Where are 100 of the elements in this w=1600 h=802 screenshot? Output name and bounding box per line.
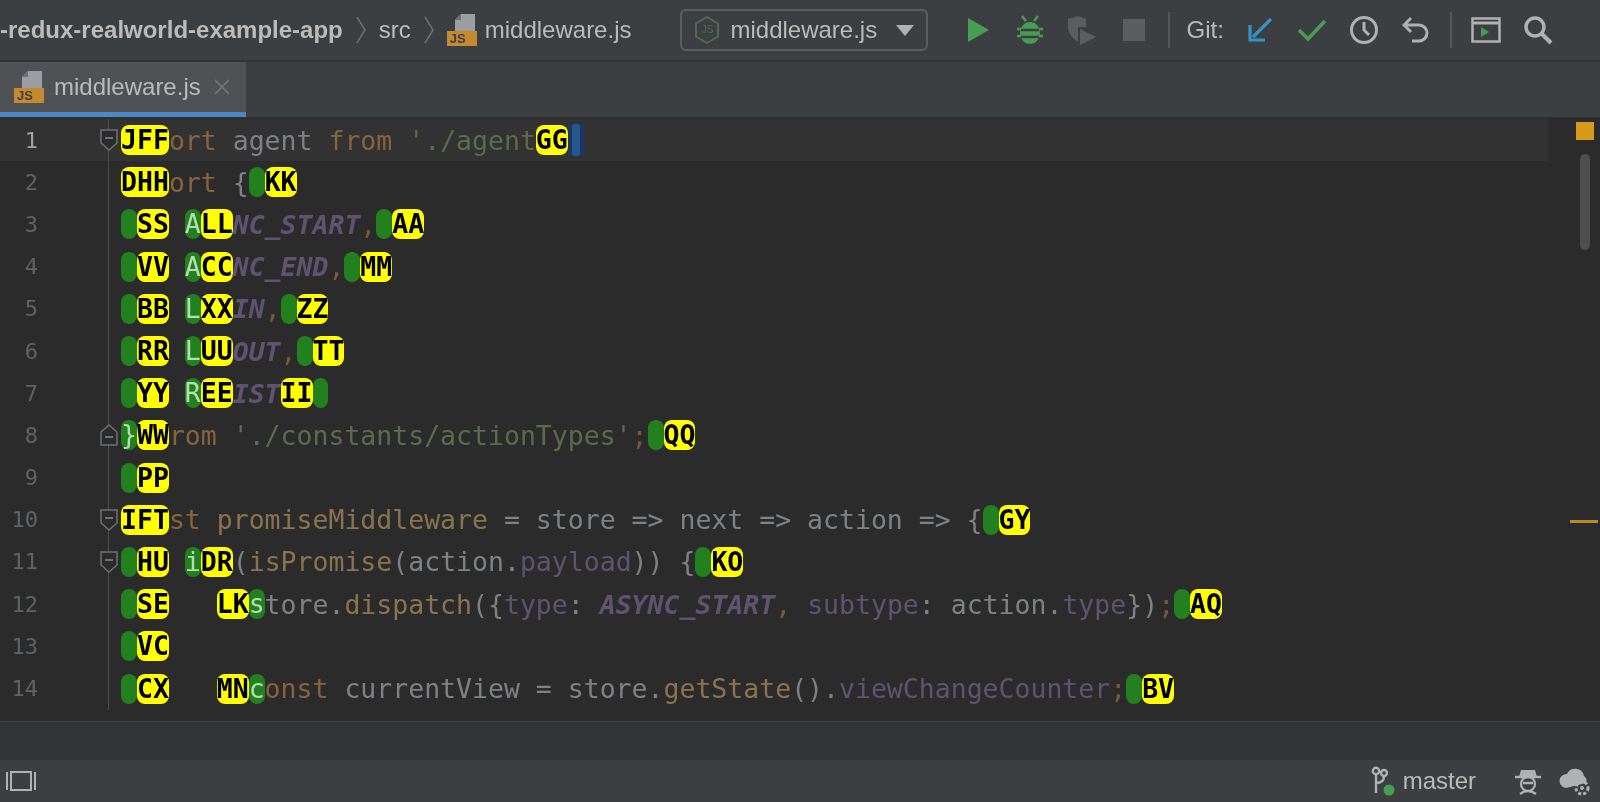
jump-marker[interactable] bbox=[121, 673, 137, 704]
line-number: 9 bbox=[23, 465, 38, 491]
code-text: isPromise bbox=[248, 546, 393, 578]
fold-icon[interactable] bbox=[100, 550, 118, 573]
jump-label[interactable]: LL bbox=[200, 209, 233, 240]
jump-marker[interactable] bbox=[121, 336, 137, 367]
jump-label[interactable]: ZZ bbox=[296, 293, 329, 324]
jump-label[interactable]: II bbox=[280, 378, 313, 409]
jump-label[interactable]: XX bbox=[200, 293, 233, 324]
jump-marker[interactable] bbox=[695, 546, 712, 577]
line-number: 1 bbox=[23, 127, 38, 153]
jump-marker[interactable] bbox=[1126, 673, 1143, 704]
jump-label[interactable]: TT bbox=[312, 336, 345, 367]
fold-icon[interactable] bbox=[100, 424, 118, 447]
jump-marker[interactable] bbox=[312, 378, 329, 409]
jump-label[interactable]: YY bbox=[136, 378, 169, 409]
jump-label[interactable]: GY bbox=[998, 504, 1031, 535]
hat-person-icon[interactable] bbox=[1514, 767, 1542, 795]
jump-marker[interactable] bbox=[121, 251, 137, 282]
cloud-gear-icon[interactable] bbox=[1558, 766, 1592, 796]
jump-label[interactable]: IFT bbox=[121, 504, 169, 535]
line-number: 14 bbox=[10, 676, 38, 702]
code-text: promiseMiddleware bbox=[215, 504, 488, 536]
jump-label[interactable]: SE bbox=[136, 589, 169, 620]
tab-label: middleware.js bbox=[54, 73, 201, 101]
jump-marker[interactable] bbox=[647, 420, 664, 451]
jump-label[interactable]: BV bbox=[1142, 673, 1175, 704]
jump-label[interactable]: GG bbox=[535, 125, 568, 156]
jump-marker[interactable] bbox=[280, 293, 297, 324]
jump-marker[interactable] bbox=[121, 631, 137, 662]
code-text: = store => next => action => { bbox=[502, 504, 983, 536]
jump-label[interactable]: WW bbox=[136, 420, 169, 451]
panel-toggle-icon[interactable] bbox=[6, 770, 36, 792]
code-text: (). bbox=[791, 673, 839, 705]
line-number: 12 bbox=[10, 591, 38, 617]
jump-marker[interactable] bbox=[121, 209, 137, 240]
jump-label[interactable]: CC bbox=[200, 251, 233, 282]
git-label: Git: bbox=[1186, 16, 1224, 44]
code-text: ort bbox=[168, 166, 217, 198]
code-text: dispatch bbox=[344, 588, 473, 620]
jump-label[interactable]: VC bbox=[136, 631, 169, 662]
git-branch-button[interactable]: master bbox=[1370, 766, 1476, 796]
fold-icon[interactable] bbox=[100, 129, 118, 151]
jump-marker[interactable] bbox=[1174, 589, 1191, 620]
code-text: type bbox=[1062, 588, 1127, 620]
code-text: from bbox=[328, 124, 393, 156]
jump-marker[interactable] bbox=[344, 251, 361, 282]
editor-tab[interactable]: JS middleware.js bbox=[0, 62, 246, 117]
code-text: , bbox=[280, 335, 297, 367]
jump-label[interactable]: UU bbox=[200, 336, 233, 367]
jump-marker[interactable] bbox=[121, 462, 137, 493]
jump-label[interactable]: JFF bbox=[121, 125, 169, 156]
jump-label[interactable]: SS bbox=[136, 209, 169, 240]
breadcrumb[interactable]: -redux-realworld-example-app bbox=[0, 16, 343, 44]
code-text: )) { bbox=[631, 546, 696, 578]
jump-label[interactable]: AQ bbox=[1190, 589, 1222, 620]
fold-icon[interactable] bbox=[100, 508, 118, 531]
code-text: OUT bbox=[232, 335, 281, 367]
jump-label[interactable]: BB bbox=[136, 293, 169, 324]
jump-label[interactable]: KO bbox=[711, 546, 744, 577]
jump-marker[interactable] bbox=[121, 293, 137, 324]
line-number: 5 bbox=[23, 296, 38, 322]
jump-label[interactable]: HU bbox=[136, 546, 169, 577]
jump-marker[interactable] bbox=[121, 546, 137, 577]
scrollbar-thumb[interactable] bbox=[1580, 154, 1590, 250]
caret-icon bbox=[896, 24, 915, 36]
code-text: IST bbox=[232, 377, 281, 409]
jump-label[interactable]: RR bbox=[136, 336, 169, 367]
code-text: { bbox=[231, 166, 249, 198]
code-text: ; bbox=[1110, 673, 1127, 705]
breadcrumb[interactable]: src bbox=[378, 16, 411, 44]
code-text: './agent bbox=[407, 124, 536, 156]
jump-label[interactable]: VV bbox=[136, 251, 169, 282]
code-text: ort bbox=[168, 124, 217, 156]
close-icon[interactable] bbox=[214, 79, 230, 95]
jump-label[interactable]: CX bbox=[136, 673, 169, 704]
jump-label[interactable]: LK bbox=[216, 589, 249, 620]
jump-marker[interactable] bbox=[248, 167, 265, 198]
jump-label[interactable]: DHH bbox=[121, 167, 169, 198]
breadcrumb[interactable]: middleware.js bbox=[484, 16, 632, 44]
code-text: IN bbox=[232, 293, 265, 325]
line-number: 8 bbox=[23, 422, 38, 448]
jump-marker[interactable] bbox=[376, 209, 393, 240]
jump-marker[interactable] bbox=[121, 378, 137, 409]
jump-label[interactable]: MN bbox=[216, 673, 249, 704]
jump-label[interactable]: DR bbox=[200, 546, 233, 577]
jump-label[interactable]: QQ bbox=[663, 420, 696, 451]
jump-label[interactable]: PP bbox=[136, 462, 169, 493]
code-text: ; bbox=[1158, 588, 1175, 620]
jump-label[interactable]: AA bbox=[392, 209, 425, 240]
code-text: ; bbox=[631, 419, 648, 451]
jump-marker[interactable] bbox=[982, 504, 999, 535]
code-text: rom bbox=[168, 419, 217, 451]
code-text: payload bbox=[519, 546, 632, 578]
jump-marker[interactable] bbox=[296, 336, 313, 367]
jump-label[interactable]: MM bbox=[360, 251, 393, 282]
chevron-icon bbox=[422, 15, 435, 45]
change-marker bbox=[1570, 520, 1598, 523]
jump-label[interactable]: KK bbox=[264, 167, 297, 198]
jump-marker[interactable] bbox=[121, 589, 137, 620]
